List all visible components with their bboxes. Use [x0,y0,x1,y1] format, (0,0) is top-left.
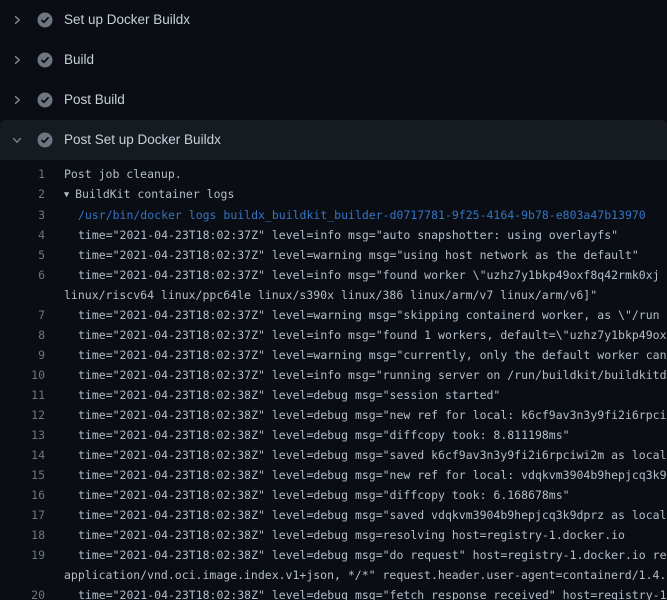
log-row: application/vnd.oci.image.index.v1+json,… [0,565,667,585]
log-row: 9time="2021-04-23T18:02:37Z" level=warni… [0,345,667,365]
log-row: 12time="2021-04-23T18:02:38Z" level=debu… [0,405,667,425]
log-text: time="2021-04-23T18:02:37Z" level=warnin… [45,305,660,325]
log-text: time="2021-04-23T18:02:38Z" level=debug … [45,465,667,485]
log-text: time="2021-04-23T18:02:37Z" level=info m… [45,265,660,285]
log-line-number[interactable]: 11 [0,385,45,405]
log-line-number[interactable]: 1 [0,164,45,184]
log-text: time="2021-04-23T18:02:38Z" level=debug … [45,505,667,525]
log-row: 16time="2021-04-23T18:02:38Z" level=debu… [0,485,667,505]
log-text: time="2021-04-23T18:02:38Z" level=debug … [45,525,625,545]
log-line-number[interactable]: 5 [0,245,45,265]
log-line-number[interactable]: 6 [0,265,45,285]
log-text: time="2021-04-23T18:02:38Z" level=debug … [45,425,570,445]
step-title: Build [64,52,94,68]
log-command-text: /usr/bin/docker logs buildx_buildkit_bui… [45,205,646,225]
check-circle-icon [37,92,53,108]
log-row: linux/riscv64 linux/ppc64le linux/s390x … [0,285,667,305]
log-row: 2▼BuildKit container logs [0,184,667,205]
log-text: time="2021-04-23T18:02:37Z" level=info m… [45,325,667,345]
log-line-number[interactable]: 8 [0,325,45,345]
log-row: 15time="2021-04-23T18:02:38Z" level=debu… [0,465,667,485]
log-text: time="2021-04-23T18:02:37Z" level=warnin… [45,245,639,265]
step-title: Post Build [64,92,125,108]
log-line-number[interactable]: 4 [0,225,45,245]
step-header-set-up-docker-buildx[interactable]: Set up Docker Buildx [0,0,667,40]
step-title: Post Set up Docker Buildx [64,132,221,148]
chevron-right-icon [11,54,23,66]
log-text: time="2021-04-23T18:02:37Z" level=info m… [45,225,618,245]
log-text: Post job cleanup. [45,164,182,184]
actions-log-viewer: Set up Docker Buildx Build Post Build Po… [0,0,667,600]
log-text: application/vnd.oci.image.index.v1+json,… [45,565,666,585]
log-line-number[interactable]: 2 [0,184,45,205]
log-text: time="2021-04-23T18:02:37Z" level=warnin… [45,345,667,365]
step-header-post-build[interactable]: Post Build [0,80,667,120]
step-header-build[interactable]: Build [0,40,667,80]
chevron-right-icon [11,94,23,106]
check-circle-icon [37,132,53,148]
log-lines: 1Post job cleanup.2▼BuildKit container l… [0,160,667,600]
log-text: linux/riscv64 linux/ppc64le linux/s390x … [45,285,597,305]
chevron-right-icon [11,14,23,26]
log-row: 1Post job cleanup. [0,164,667,184]
log-line-number[interactable]: 12 [0,405,45,425]
step-header-post-set-up-docker-buildx[interactable]: Post Set up Docker Buildx [0,120,667,160]
log-row: 17time="2021-04-23T18:02:38Z" level=debu… [0,505,667,525]
log-line-number[interactable]: 9 [0,345,45,365]
log-row: 14time="2021-04-23T18:02:38Z" level=debu… [0,445,667,465]
log-line-number [0,285,45,305]
log-line-number[interactable]: 16 [0,485,45,505]
log-line-number[interactable]: 15 [0,465,45,485]
log-text: time="2021-04-23T18:02:38Z" level=debug … [45,405,667,425]
log-line-number[interactable]: 20 [0,585,45,600]
log-row: 6time="2021-04-23T18:02:37Z" level=info … [0,265,667,285]
log-row: 18time="2021-04-23T18:02:38Z" level=debu… [0,525,667,545]
check-circle-icon [37,52,53,68]
log-row: 11time="2021-04-23T18:02:38Z" level=debu… [0,385,667,405]
log-text: time="2021-04-23T18:02:38Z" level=debug … [45,585,667,600]
log-text: time="2021-04-23T18:02:38Z" level=debug … [45,485,570,505]
log-row: 19time="2021-04-23T18:02:38Z" level=debu… [0,545,667,565]
log-line-number[interactable]: 13 [0,425,45,445]
log-text: time="2021-04-23T18:02:37Z" level=info m… [45,365,667,385]
log-row: 5time="2021-04-23T18:02:37Z" level=warni… [0,245,667,265]
log-text: time="2021-04-23T18:02:38Z" level=debug … [45,545,667,565]
log-text: time="2021-04-23T18:02:38Z" level=debug … [45,445,667,465]
log-row: 4time="2021-04-23T18:02:37Z" level=info … [0,225,667,245]
log-line-number[interactable]: 10 [0,365,45,385]
log-row: 7time="2021-04-23T18:02:37Z" level=warni… [0,305,667,325]
log-row: 20time="2021-04-23T18:02:38Z" level=debu… [0,585,667,600]
log-line-number[interactable]: 3 [0,205,45,225]
log-row: 10time="2021-04-23T18:02:37Z" level=info… [0,365,667,385]
check-circle-icon [37,12,53,28]
log-row: 13time="2021-04-23T18:02:38Z" level=debu… [0,425,667,445]
group-collapse-icon[interactable]: ▼ [64,185,69,205]
log-line-number [0,565,45,585]
log-line-number[interactable]: 17 [0,505,45,525]
log-line-number[interactable]: 19 [0,545,45,565]
log-row: 8time="2021-04-23T18:02:37Z" level=info … [0,325,667,345]
log-text: time="2021-04-23T18:02:38Z" level=debug … [45,385,500,405]
log-line-number[interactable]: 18 [0,525,45,545]
log-text: ▼BuildKit container logs [45,184,234,205]
step-title: Set up Docker Buildx [64,12,190,28]
log-line-number[interactable]: 7 [0,305,45,325]
log-line-number[interactable]: 14 [0,445,45,465]
log-row: 3/usr/bin/docker logs buildx_buildkit_bu… [0,205,667,225]
chevron-down-icon [11,134,23,146]
